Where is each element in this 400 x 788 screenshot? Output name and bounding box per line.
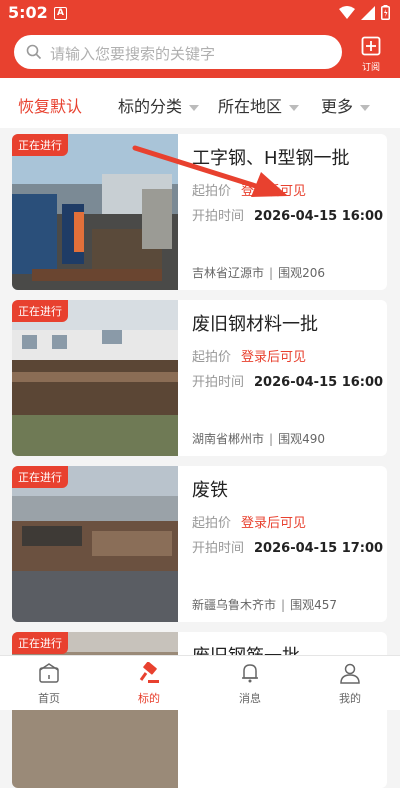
filter-more[interactable]: 更多 (321, 93, 371, 117)
views-count: 490 (302, 432, 325, 446)
listing-meta: 湖南省郴州市 | 围观490 (192, 432, 325, 446)
system-icons (339, 5, 390, 20)
listing-card[interactable]: 正在进行 工字钢、H型钢一批 起拍价 登录后可见 开拍时间 2026-04-15 1… (12, 134, 387, 290)
chevron-down-icon (360, 104, 371, 111)
wifi-icon (339, 5, 355, 19)
tab-listings[interactable]: 标的 (119, 661, 179, 706)
status-badge: 正在进行 (12, 134, 68, 156)
reset-default-button[interactable]: 恢复默认 (18, 93, 82, 117)
location: 吉林省辽源市 (192, 266, 265, 280)
tab-profile[interactable]: 我的 (320, 662, 380, 706)
start-price-value: 登录后可见 (241, 516, 307, 531)
gavel-icon (139, 661, 159, 683)
status-bar: 5:02 A (0, 0, 400, 26)
tab-profile-label: 我的 (339, 692, 361, 705)
notification-icon: A (54, 7, 67, 20)
filter-bar: 恢复默认 标的分类 所在地区 更多 (0, 78, 400, 128)
chevron-down-icon (289, 104, 300, 111)
chevron-down-icon (189, 104, 200, 111)
listing-meta: 新疆乌鲁木齐市 | 围观457 (192, 598, 337, 612)
status-badge: 正在进行 (12, 632, 68, 654)
filter-more-label: 更多 (321, 97, 354, 116)
search-placeholder: 请输入您要搜索的关键字 (50, 45, 216, 63)
views-label: 围观 (290, 598, 315, 612)
start-price-value: 登录后可见 (241, 184, 307, 199)
start-time-value: 2026-04-15 16:00 (254, 209, 384, 224)
listing-title: 工字钢、H型钢一批 (192, 148, 350, 169)
start-time-label: 开拍时间 (192, 209, 245, 224)
views-label: 围观 (278, 432, 303, 446)
listing-image: 正在进行 (12, 134, 178, 290)
start-price-label: 起拍价 (192, 350, 232, 365)
header: 请输入您要搜索的关键字 订阅 (0, 26, 400, 78)
battery-icon (381, 5, 390, 20)
listing-card[interactable]: 正在进行 废铁 起拍价 登录后可见 开拍时间 2026-04-15 17:00 新疆… (12, 466, 387, 622)
location: 湖南省郴州市 (192, 432, 265, 446)
user-icon (340, 663, 360, 684)
filter-region[interactable]: 所在地区 (218, 93, 300, 117)
start-time-row: 开拍时间 2026-04-15 16:00 (192, 205, 383, 224)
status-badge: 正在进行 (12, 300, 68, 322)
subscribe-button[interactable]: 订阅 (356, 34, 386, 73)
tab-home[interactable]: 首页 (19, 662, 79, 706)
listing-image: 正在进行 (12, 466, 178, 622)
start-time-label: 开拍时间 (192, 541, 245, 556)
status-time: 5:02 (8, 3, 48, 22)
start-time-value: 2026-04-15 17:00 (254, 541, 384, 556)
start-price-label: 起拍价 (192, 516, 232, 531)
views-count: 206 (302, 266, 325, 280)
start-price-row: 起拍价 登录后可见 (192, 180, 306, 199)
start-time-label: 开拍时间 (192, 375, 245, 390)
filter-category-label: 标的分类 (118, 97, 183, 116)
location: 新疆乌鲁木齐市 (192, 598, 277, 612)
signal-icon (361, 5, 375, 20)
tab-home-label: 首页 (38, 692, 60, 705)
listing-title: 废旧钢材料一批 (192, 314, 318, 335)
listing-meta: 吉林省辽源市 | 围观206 (192, 266, 325, 280)
start-price-row: 起拍价 登录后可见 (192, 512, 306, 531)
search-input[interactable]: 请输入您要搜索的关键字 (14, 35, 342, 69)
listing-card[interactable]: 正在进行 废旧钢材料一批 起拍价 登录后可见 开拍时间 2026-04-15 16:… (12, 300, 387, 456)
subscribe-label: 订阅 (361, 63, 380, 73)
listing-image: 正在进行 (12, 300, 178, 456)
listing-title: 废铁 (192, 480, 228, 501)
views-label: 围观 (278, 266, 303, 280)
start-price-row: 起拍价 登录后可见 (192, 346, 306, 365)
start-price-value: 登录后可见 (241, 350, 307, 365)
filter-region-label: 所在地区 (218, 97, 283, 116)
start-time-row: 开拍时间 2026-04-15 16:00 (192, 371, 383, 390)
views-count: 457 (314, 598, 337, 612)
filter-category[interactable]: 标的分类 (118, 93, 200, 117)
home-icon (39, 663, 59, 683)
tab-listings-label: 标的 (138, 692, 160, 705)
bottom-tab-bar: 首页 标的 消息 我的 (0, 655, 400, 710)
search-icon (26, 44, 42, 60)
tab-messages[interactable]: 消息 (220, 662, 280, 706)
start-time-value: 2026-04-15 16:00 (254, 375, 384, 390)
start-price-label: 起拍价 (192, 184, 232, 199)
subscribe-icon (361, 36, 381, 56)
tab-messages-label: 消息 (239, 692, 261, 705)
bell-icon (242, 664, 258, 683)
status-badge: 正在进行 (12, 466, 68, 488)
start-time-row: 开拍时间 2026-04-15 17:00 (192, 537, 383, 556)
